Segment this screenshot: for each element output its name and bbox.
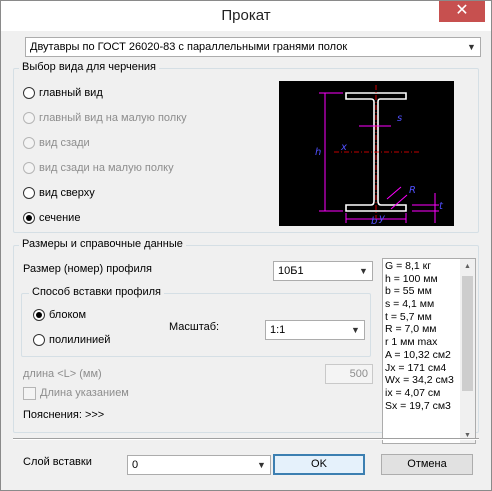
dialog-body: Двутавры по ГОСТ 26020-83 с параллельным… bbox=[9, 31, 484, 484]
chevron-down-icon: ▼ bbox=[359, 266, 368, 276]
property-item[interactable]: G = 8,1 кг bbox=[385, 260, 461, 273]
label-b: b bbox=[371, 216, 377, 226]
radio-label: вид сзади bbox=[39, 137, 90, 149]
property-item[interactable]: b = 55 мм bbox=[385, 285, 461, 298]
radio-main-view[interactable]: главный вид bbox=[23, 86, 103, 102]
radio-dot-selected bbox=[23, 212, 35, 224]
label-r: R bbox=[409, 185, 416, 196]
profile-size-value: 10Б1 bbox=[278, 265, 304, 277]
properties-scrollbar[interactable]: ▲ ▼ bbox=[460, 259, 475, 443]
property-item[interactable]: Jx = 171 см4 bbox=[385, 362, 461, 375]
layer-label: Слой вставки bbox=[23, 456, 92, 468]
length-value: 500 bbox=[349, 368, 368, 380]
radio-label: главный вид на малую полку bbox=[39, 112, 187, 124]
property-item[interactable]: t = 5,7 мм bbox=[385, 311, 461, 324]
checkbox-label: Длина указанием bbox=[40, 387, 129, 399]
profile-preview: h b s x y t R bbox=[279, 81, 454, 227]
dialog-window: Прокат ✕ Двутавры по ГОСТ 26020-83 с пар… bbox=[0, 0, 492, 491]
label-t: t bbox=[439, 201, 444, 212]
layer-value: 0 bbox=[132, 459, 139, 471]
chevron-down-icon: ▼ bbox=[467, 42, 476, 52]
close-icon: ✕ bbox=[455, 2, 469, 19]
insert-method-title: Способ вставки профиля bbox=[29, 286, 164, 298]
drawing-labels: h b s x y t R bbox=[315, 113, 444, 227]
length-label: длина <L> (мм) bbox=[23, 368, 102, 380]
radio-dot bbox=[33, 334, 45, 346]
label-h: h bbox=[315, 147, 321, 158]
profile-size-label: Размер (номер) профиля bbox=[23, 263, 152, 275]
sizes-group-title: Размеры и справочные данные bbox=[19, 238, 186, 250]
radio-insert-block[interactable]: блоком bbox=[33, 308, 86, 324]
label-y: y bbox=[378, 213, 386, 224]
checkbox-box bbox=[23, 387, 36, 400]
radio-label: полилинией bbox=[49, 334, 111, 346]
radio-back-view-small-flange[interactable]: вид сзади на малую полку bbox=[23, 161, 174, 177]
property-item[interactable]: s = 4,1 мм bbox=[385, 298, 461, 311]
profile-type-select[interactable]: Двутавры по ГОСТ 26020-83 с параллельным… bbox=[25, 37, 481, 57]
property-item[interactable]: r 1 мм max bbox=[385, 336, 461, 349]
property-item[interactable]: R = 7,0 мм bbox=[385, 323, 461, 336]
radio-dot-selected bbox=[33, 309, 45, 321]
axis-lines bbox=[334, 85, 419, 224]
length-input[interactable]: 500 bbox=[325, 364, 373, 384]
radio-dot bbox=[23, 137, 35, 149]
radio-main-view-small-flange[interactable]: главный вид на малую полку bbox=[23, 111, 187, 127]
scale-label: Масштаб: bbox=[169, 321, 220, 333]
profile-size-select[interactable]: 10Б1 ▼ bbox=[273, 261, 373, 281]
close-button[interactable]: ✕ bbox=[439, 1, 485, 22]
radio-insert-polyline[interactable]: полилинией bbox=[33, 333, 110, 349]
scroll-up-icon[interactable]: ▲ bbox=[460, 259, 475, 274]
radio-section[interactable]: сечение bbox=[23, 211, 80, 227]
notes-link[interactable]: Пояснения: >>> bbox=[23, 409, 104, 421]
label-x: x bbox=[340, 142, 347, 153]
property-item[interactable]: A = 10,32 см2 bbox=[385, 349, 461, 362]
chevron-down-icon: ▼ bbox=[351, 325, 360, 335]
separator bbox=[13, 438, 479, 440]
radio-back-view[interactable]: вид сзади bbox=[23, 136, 90, 152]
scroll-thumb[interactable] bbox=[462, 276, 473, 391]
radio-label: блоком bbox=[49, 309, 87, 321]
radio-dot bbox=[23, 187, 35, 199]
properties-list[interactable]: G = 8,1 кг h = 100 мм b = 55 мм s = 4,1 мм t… bbox=[382, 258, 476, 444]
radio-dot bbox=[23, 112, 35, 124]
layer-select[interactable]: 0 ▼ bbox=[127, 455, 271, 475]
i-beam-section-drawing: h b s x y t R bbox=[315, 85, 444, 227]
properties-items: G = 8,1 кг h = 100 мм b = 55 мм s = 4,1 мм t… bbox=[385, 260, 461, 412]
radio-dot bbox=[23, 162, 35, 174]
radio-label: сечение bbox=[39, 212, 81, 224]
length-by-pick-checkbox[interactable]: Длина указанием bbox=[23, 387, 129, 401]
radio-label: вид сверху bbox=[39, 187, 95, 199]
radio-dot bbox=[23, 87, 35, 99]
title-bar: Прокат ✕ bbox=[1, 1, 491, 31]
ok-button[interactable]: OK bbox=[273, 454, 365, 475]
scroll-down-icon[interactable]: ▼ bbox=[460, 428, 475, 443]
window-title: Прокат bbox=[221, 7, 271, 24]
radio-top-view[interactable]: вид сверху bbox=[23, 186, 95, 202]
chevron-down-icon: ▼ bbox=[257, 460, 266, 470]
profile-type-value: Двутавры по ГОСТ 26020-83 с параллельным… bbox=[30, 41, 348, 53]
label-s: s bbox=[397, 113, 402, 124]
view-group-title: Выбор вида для черчения bbox=[19, 61, 160, 73]
property-item[interactable]: Sx = 19,7 см3 bbox=[385, 400, 461, 413]
property-item[interactable]: Wx = 34,2 см3 bbox=[385, 374, 461, 387]
radio-label: вид сзади на малую полку bbox=[39, 162, 174, 174]
scale-value: 1:1 bbox=[270, 324, 286, 336]
radio-label: главный вид bbox=[39, 87, 103, 99]
property-item[interactable]: ix = 4,07 см bbox=[385, 387, 461, 400]
property-item[interactable]: h = 100 мм bbox=[385, 273, 461, 286]
scale-select[interactable]: 1:1 ▼ bbox=[265, 320, 365, 340]
cancel-button[interactable]: Отмена bbox=[381, 454, 473, 475]
